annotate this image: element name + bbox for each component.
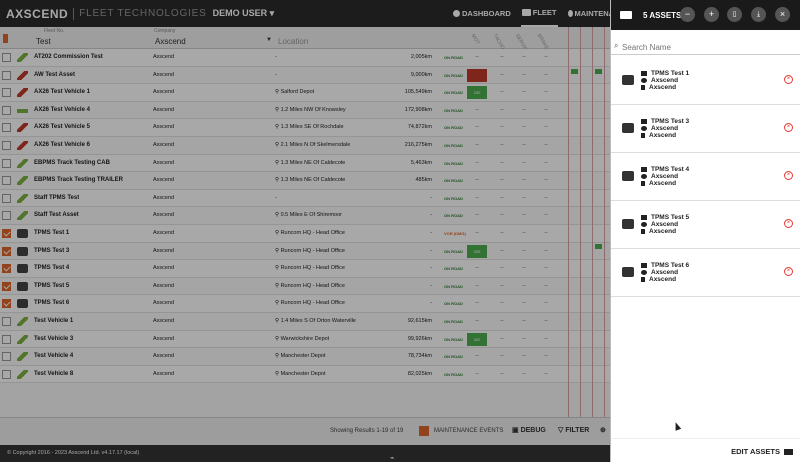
asset-group: Axscend <box>649 276 677 283</box>
asset-company: Axscend <box>651 269 679 276</box>
truck-icon <box>784 448 793 455</box>
asset-thumbnail <box>622 267 634 277</box>
asset-thumbnail <box>622 171 634 181</box>
search-icon: ⌕ <box>614 41 619 50</box>
selected-assets-panel: 5 ASSETS − + ▯ ⤓ × ⌕ TPMS Test 1AxscendA… <box>610 0 800 462</box>
panel-title: 5 ASSETS <box>643 10 682 20</box>
truck-icon <box>641 119 647 124</box>
remove-asset-icon[interactable]: × <box>784 75 793 84</box>
building-icon <box>641 222 647 227</box>
tag-icon <box>641 181 645 186</box>
asset-company-line: Axscend <box>641 173 678 180</box>
copyright-text: © Copyright 2016 - 2023 Axscend Ltd. v4.… <box>7 450 140 456</box>
asset-group-line: Axscend <box>641 276 676 283</box>
asset-thumbnail <box>622 219 634 229</box>
asset-card[interactable]: TPMS Test 6 Axscend Axscend × <box>611 249 800 297</box>
remove-asset-icon[interactable]: × <box>784 267 793 276</box>
asset-name-line: TPMS Test 3 <box>641 118 689 125</box>
asset-group-line: Axscend <box>641 228 676 235</box>
building-icon <box>641 78 647 83</box>
remove-asset-icon[interactable]: × <box>784 219 793 228</box>
panel-footer: EDIT ASSETS <box>611 438 800 462</box>
tag-icon <box>641 277 645 282</box>
search-input[interactable] <box>622 41 792 53</box>
asset-group: Axscend <box>649 180 677 187</box>
asset-company: Axscend <box>651 77 679 84</box>
building-icon <box>641 174 647 179</box>
asset-name-line: TPMS Test 6 <box>641 262 689 269</box>
asset-company-line: Axscend <box>641 269 678 276</box>
building-icon <box>641 126 647 131</box>
asset-card[interactable]: TPMS Test 4 Axscend Axscend × <box>611 153 800 201</box>
edit-assets-button[interactable]: EDIT ASSETS <box>731 447 793 456</box>
asset-name: TPMS Test 1 <box>651 70 690 77</box>
asset-card[interactable]: TPMS Test 3 Axscend Axscend × <box>611 105 800 153</box>
building-icon <box>641 270 647 275</box>
asset-thumbnail <box>622 75 634 85</box>
axscend-mark-icon: ⌁ <box>390 455 395 462</box>
tag-icon <box>641 133 645 138</box>
asset-name: TPMS Test 5 <box>651 214 690 221</box>
asset-name-line: TPMS Test 5 <box>641 214 689 221</box>
truck-icon <box>641 215 647 220</box>
asset-name-line: TPMS Test 4 <box>641 166 689 173</box>
asset-group-line: Axscend <box>641 84 676 91</box>
asset-company-line: Axscend <box>641 125 678 132</box>
asset-group: Axscend <box>649 228 677 235</box>
remove-asset-icon[interactable]: × <box>784 123 793 132</box>
asset-company: Axscend <box>651 173 679 180</box>
modal-overlay[interactable] <box>0 0 610 445</box>
asset-group: Axscend <box>649 84 677 91</box>
asset-company-line: Axscend <box>641 77 678 84</box>
asset-card[interactable]: TPMS Test 5 Axscend Axscend × <box>611 201 800 249</box>
truck-icon <box>620 11 632 19</box>
asset-name: TPMS Test 3 <box>651 118 690 125</box>
edit-assets-label: EDIT ASSETS <box>731 447 780 456</box>
asset-company: Axscend <box>651 221 679 228</box>
tag-icon <box>641 229 645 234</box>
add-asset-button[interactable]: + <box>704 7 719 22</box>
asset-thumbnail <box>622 123 634 133</box>
tag-icon <box>641 85 645 90</box>
asset-name: TPMS Test 6 <box>651 262 690 269</box>
copyright-bar: © Copyright 2016 - 2023 Axscend Ltd. v4.… <box>0 445 610 462</box>
asset-group: Axscend <box>649 132 677 139</box>
bookmark-button[interactable]: ▯ <box>727 7 742 22</box>
truck-icon <box>641 71 647 76</box>
asset-company: Axscend <box>651 125 679 132</box>
asset-search: ⌕ <box>611 38 800 55</box>
close-button[interactable]: × <box>775 7 790 22</box>
remove-all-button[interactable]: − <box>680 7 695 22</box>
truck-icon <box>641 263 647 268</box>
asset-group-line: Axscend <box>641 132 676 139</box>
asset-name-line: TPMS Test 1 <box>641 70 689 77</box>
download-button[interactable]: ⤓ <box>751 7 766 22</box>
asset-group-line: Axscend <box>641 180 676 187</box>
remove-asset-icon[interactable]: × <box>784 171 793 180</box>
asset-company-line: Axscend <box>641 221 678 228</box>
asset-name: TPMS Test 4 <box>651 166 690 173</box>
truck-icon <box>641 167 647 172</box>
asset-card[interactable]: TPMS Test 1 Axscend Axscend × <box>611 57 800 105</box>
